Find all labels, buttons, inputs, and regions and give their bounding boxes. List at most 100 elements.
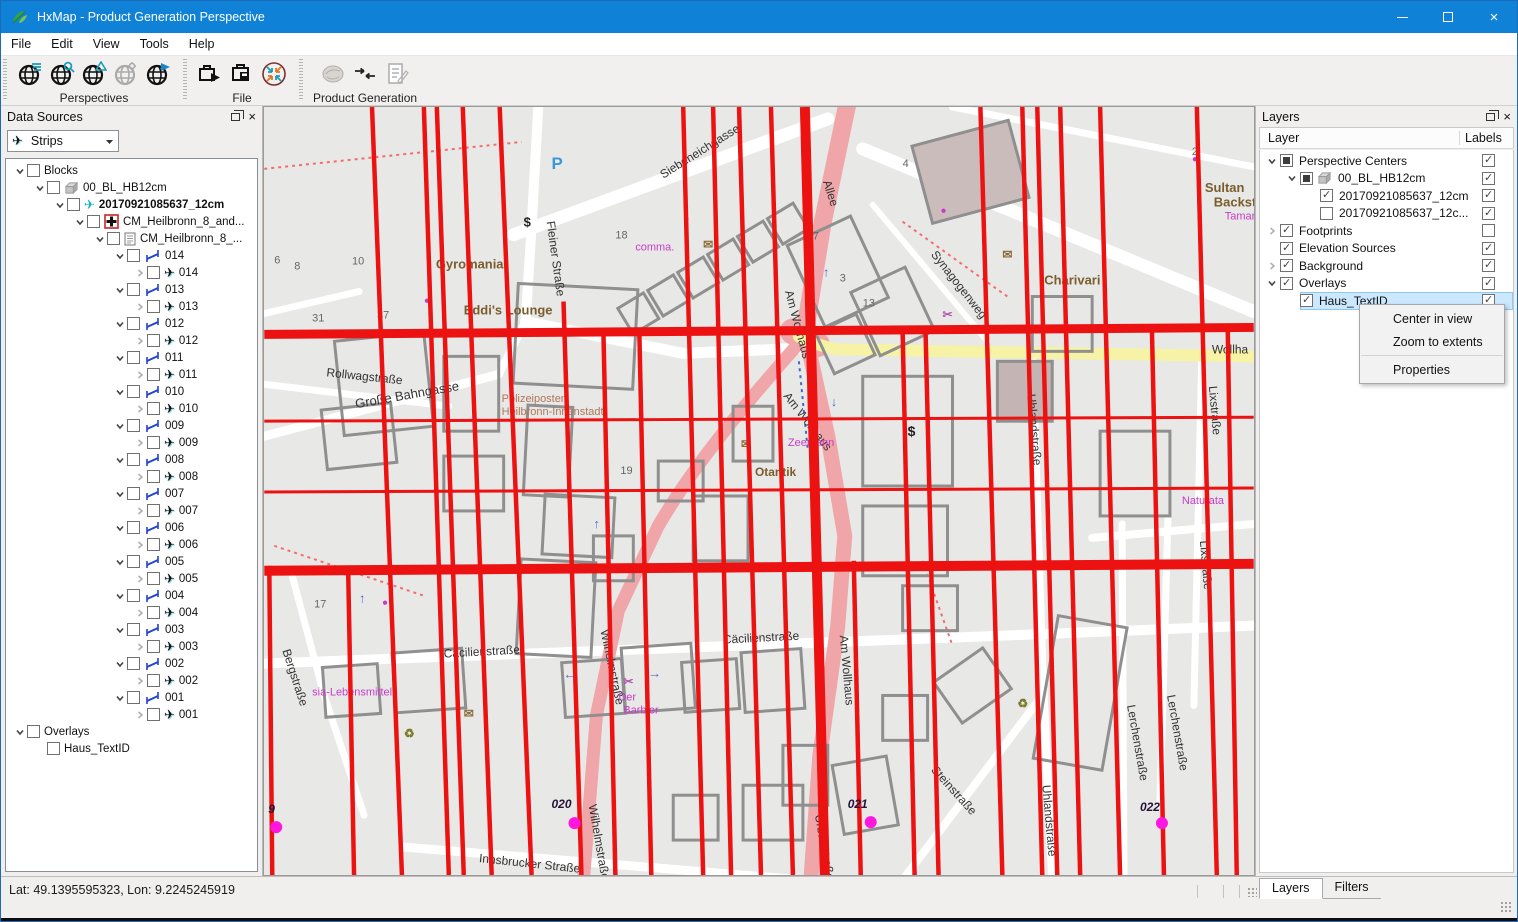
- chevron-right-icon[interactable]: [132, 370, 147, 380]
- chevron-down-icon[interactable]: [112, 387, 127, 397]
- tab-layers[interactable]: Layers: [1259, 878, 1323, 899]
- perspective-center-point[interactable]: [1156, 817, 1168, 829]
- chevron-down-icon[interactable]: [12, 166, 27, 176]
- context-menu-zoom-to-extents[interactable]: Zoom to extents: [1360, 330, 1504, 353]
- splitter-grip[interactable]: [1247, 887, 1257, 897]
- globe-settings-icon[interactable]: [113, 61, 139, 87]
- menu-help[interactable]: Help: [179, 34, 225, 54]
- chevron-right-icon[interactable]: [132, 268, 147, 278]
- tree-row[interactable]: ✈012: [6, 332, 257, 349]
- tree-row[interactable]: ✈014: [6, 264, 257, 281]
- context-menu-center-in-view[interactable]: Center in view: [1360, 307, 1504, 330]
- tree-row[interactable]: Haus_TextID: [6, 740, 257, 757]
- checkbox[interactable]: [27, 725, 40, 738]
- order-form-icon[interactable]: [384, 61, 410, 87]
- tree-row[interactable]: CM_Heilbronn_8_...: [6, 230, 257, 247]
- layer-visibility-checkbox[interactable]: [1280, 259, 1293, 272]
- checkbox[interactable]: [147, 606, 160, 619]
- tree-row[interactable]: 004: [6, 587, 257, 604]
- checkbox[interactable]: [127, 555, 140, 568]
- tree-row[interactable]: ✈005: [6, 570, 257, 587]
- labels-checkbox[interactable]: [1482, 259, 1495, 272]
- chevron-down-icon[interactable]: [112, 251, 127, 261]
- perspective-center-point[interactable]: [568, 817, 580, 829]
- tab-filters[interactable]: Filters: [1323, 878, 1381, 899]
- chevron-right-icon[interactable]: [132, 676, 147, 686]
- layer-visibility-checkbox[interactable]: [1280, 242, 1293, 255]
- tree-row[interactable]: 014: [6, 247, 257, 264]
- tree-row[interactable]: ✈20170921085637_12cm: [6, 196, 257, 213]
- checkbox[interactable]: [147, 266, 160, 279]
- tree-row[interactable]: ✈010: [6, 400, 257, 417]
- checkbox[interactable]: [147, 402, 160, 415]
- checkbox[interactable]: [147, 640, 160, 653]
- layer-visibility-checkbox[interactable]: [1280, 277, 1293, 290]
- menu-edit[interactable]: Edit: [41, 34, 83, 54]
- checkbox[interactable]: [127, 487, 140, 500]
- tree-row[interactable]: ✈013: [6, 298, 257, 315]
- globe-measure-icon[interactable]: [81, 61, 107, 87]
- tree-row[interactable]: 007: [6, 485, 257, 502]
- tree-row[interactable]: 013: [6, 281, 257, 298]
- checkbox[interactable]: [127, 657, 140, 670]
- checkbox[interactable]: [127, 385, 140, 398]
- checkbox[interactable]: [147, 504, 160, 517]
- toolbar-grip[interactable]: [299, 59, 303, 99]
- center-arrows-icon[interactable]: [261, 61, 287, 87]
- tree-row[interactable]: ✈006: [6, 536, 257, 553]
- chevron-down-icon[interactable]: [92, 234, 107, 244]
- chevron-right-icon[interactable]: [132, 506, 147, 516]
- tree-row[interactable]: ✈002: [6, 672, 257, 689]
- chevron-down-icon[interactable]: [112, 285, 127, 295]
- close-button[interactable]: ×: [1471, 1, 1517, 33]
- labels-checkbox[interactable]: [1482, 189, 1495, 202]
- labels-checkbox[interactable]: [1482, 242, 1495, 255]
- chevron-down-icon[interactable]: [112, 421, 127, 431]
- chevron-down-icon[interactable]: [112, 523, 127, 533]
- checkbox[interactable]: [127, 419, 140, 432]
- layer-row[interactable]: 20170921085637_12c...: [1260, 205, 1513, 223]
- checkbox[interactable]: [147, 436, 160, 449]
- chevron-right-icon[interactable]: [1264, 226, 1280, 236]
- close-panel-icon[interactable]: ×: [248, 112, 256, 122]
- chevron-right-icon[interactable]: [132, 336, 147, 346]
- chevron-down-icon[interactable]: [72, 217, 87, 227]
- context-menu-properties[interactable]: Properties: [1360, 358, 1504, 381]
- checkbox[interactable]: [47, 181, 60, 194]
- maximize-button[interactable]: [1425, 1, 1471, 33]
- chevron-right-icon[interactable]: [132, 608, 147, 618]
- chevron-down-icon[interactable]: [32, 183, 47, 193]
- layer-visibility-checkbox[interactable]: [1300, 172, 1313, 185]
- layer-row[interactable]: 20170921085637_12cm: [1260, 187, 1513, 205]
- resize-grip[interactable]: [1500, 901, 1513, 914]
- layer-visibility-checkbox[interactable]: [1280, 154, 1293, 167]
- tree-row[interactable]: 00_BL_HB12cm: [6, 179, 257, 196]
- chevron-down-icon[interactable]: [52, 200, 67, 210]
- checkbox[interactable]: [147, 708, 160, 721]
- checkbox[interactable]: [127, 283, 140, 296]
- tree-row[interactable]: 001: [6, 689, 257, 706]
- chevron-down-icon[interactable]: [112, 625, 127, 635]
- close-panel-icon[interactable]: ×: [1503, 112, 1511, 122]
- chevron-down-icon[interactable]: [112, 455, 127, 465]
- perspective-center-point[interactable]: [270, 821, 282, 833]
- labels-checkbox[interactable]: [1482, 154, 1495, 167]
- tree-row[interactable]: 005: [6, 553, 257, 570]
- chevron-right-icon[interactable]: [132, 438, 147, 448]
- chevron-right-icon[interactable]: [132, 472, 147, 482]
- menu-tools[interactable]: Tools: [130, 34, 179, 54]
- toolbar-grip[interactable]: [183, 59, 187, 99]
- tree-row[interactable]: 002: [6, 655, 257, 672]
- tree-row[interactable]: CM_Heilbronn_8_and...: [6, 213, 257, 230]
- chevron-down-icon[interactable]: [112, 319, 127, 329]
- layer-row[interactable]: Elevation Sources: [1260, 240, 1513, 258]
- chevron-right-icon[interactable]: [132, 642, 147, 652]
- chevron-down-icon[interactable]: [12, 727, 27, 737]
- checkbox[interactable]: [47, 742, 60, 755]
- checkbox[interactable]: [147, 470, 160, 483]
- checkbox[interactable]: [127, 351, 140, 364]
- tree-row[interactable]: 006: [6, 519, 257, 536]
- layer-row[interactable]: 00_BL_HB12cm: [1260, 170, 1513, 188]
- globe-play-icon[interactable]: [145, 61, 171, 87]
- point-cloud-icon[interactable]: [320, 61, 346, 87]
